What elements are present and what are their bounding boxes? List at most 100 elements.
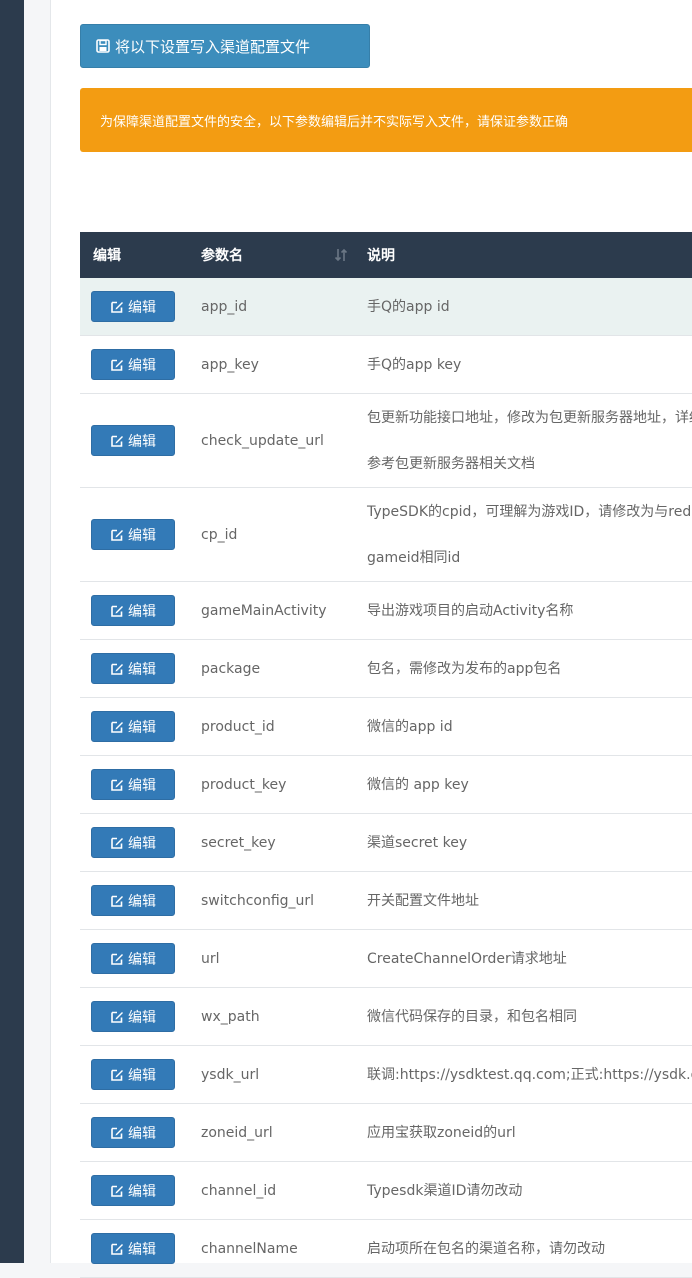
- cell-param-name: wx_path: [185, 987, 357, 1046]
- edit-button-label: 编辑: [128, 433, 156, 450]
- cell-description: 启动项所在包名的渠道名称，请勿改动: [357, 1219, 692, 1278]
- table-row: 编辑 channel_id Typesdk渠道ID请勿改动: [80, 1161, 692, 1220]
- edit-button-label: 编辑: [128, 299, 156, 316]
- cell-param-name: url: [185, 929, 357, 988]
- cell-param-name: check_update_url: [185, 393, 357, 488]
- edit-button[interactable]: 编辑: [91, 349, 175, 380]
- table-row: 编辑 channelName 启动项所在包名的渠道名称，请勿改动: [80, 1219, 692, 1278]
- edit-button-label: 编辑: [128, 777, 156, 794]
- edit-icon: [110, 358, 124, 372]
- cell-param-name: switchconfig_url: [185, 871, 357, 930]
- edit-button[interactable]: 编辑: [91, 827, 175, 858]
- cell-param-name: cp_id: [185, 487, 357, 582]
- cell-description: 导出游戏项目的启动Activity名称: [357, 581, 692, 640]
- cell-edit: 编辑: [80, 987, 185, 1046]
- table-row: 编辑 ysdk_url 联调:https://ysdktest.qq.com;正式:…: [80, 1045, 692, 1104]
- cell-param-name: gameMainActivity: [185, 581, 357, 640]
- table-row: 编辑 url CreateChannelOrder请求地址: [80, 929, 692, 988]
- sidebar: [0, 0, 24, 1263]
- cell-edit: 编辑: [80, 1161, 185, 1220]
- cell-param-name: zoneid_url: [185, 1103, 357, 1162]
- edit-button[interactable]: 编辑: [91, 291, 175, 322]
- cell-param-name: app_id: [185, 278, 357, 336]
- cell-edit: 编辑: [80, 871, 185, 930]
- cell-description: TypeSDK的cpid，可理解为游戏ID，请修改为与redis的gameid相…: [357, 487, 692, 582]
- cell-description: 微信代码保存的目录，和包名相同: [357, 987, 692, 1046]
- cell-description: 手Q的app key: [357, 335, 692, 394]
- edit-button[interactable]: 编辑: [91, 1001, 175, 1032]
- cell-description: 渠道secret key: [357, 813, 692, 872]
- edit-icon: [110, 720, 124, 734]
- edit-button[interactable]: 编辑: [91, 425, 175, 456]
- edit-button-label: 编辑: [128, 1067, 156, 1084]
- cell-description: 手Q的app id: [357, 278, 692, 336]
- edit-icon: [110, 1068, 124, 1082]
- cell-param-name: package: [185, 639, 357, 698]
- table-row: 编辑 check_update_url 包更新功能接口地址，修改为包更新服务器地址，…: [80, 393, 692, 488]
- table-row: 编辑 app_id 手Q的app id: [80, 278, 692, 336]
- cell-edit: 编辑: [80, 1219, 185, 1278]
- edit-button-label: 编辑: [128, 357, 156, 374]
- cell-description: 联调:https://ysdktest.qq.com;正式:https://ys…: [357, 1045, 692, 1104]
- table-row: 编辑 gameMainActivity 导出游戏项目的启动Activity名称: [80, 581, 692, 640]
- edit-button[interactable]: 编辑: [91, 943, 175, 974]
- table-row: 编辑 switchconfig_url 开关配置文件地址: [80, 871, 692, 930]
- edit-button-label: 编辑: [128, 1009, 156, 1026]
- cell-param-name: secret_key: [185, 813, 357, 872]
- cell-edit: 编辑: [80, 335, 185, 394]
- params-table: 编辑 参数名 说明 编辑 app_id 手Q的app id 编辑 app_key 手Q的a…: [80, 232, 692, 1278]
- edit-button-label: 编辑: [128, 661, 156, 678]
- cell-edit: 编辑: [80, 639, 185, 698]
- table-row: 编辑 zoneid_url 应用宝获取zoneid的url: [80, 1103, 692, 1162]
- edit-button[interactable]: 编辑: [91, 711, 175, 742]
- cell-edit: 编辑: [80, 1045, 185, 1104]
- cell-edit: 编辑: [80, 1103, 185, 1162]
- table-row: 编辑 secret_key 渠道secret key: [80, 813, 692, 872]
- cell-description: 微信的 app key: [357, 755, 692, 814]
- cell-edit: 编辑: [80, 393, 185, 488]
- cell-edit: 编辑: [80, 755, 185, 814]
- edit-icon: [110, 1010, 124, 1024]
- edit-button-label: 编辑: [128, 951, 156, 968]
- edit-icon: [110, 434, 124, 448]
- table-row: 编辑 app_key 手Q的app key: [80, 335, 692, 394]
- cell-description: 开关配置文件地址: [357, 871, 692, 930]
- edit-button[interactable]: 编辑: [91, 885, 175, 916]
- cell-param-name: product_id: [185, 697, 357, 756]
- edit-button[interactable]: 编辑: [91, 519, 175, 550]
- cell-param-name: channelName: [185, 1219, 357, 1278]
- edit-button-label: 编辑: [128, 835, 156, 852]
- edit-icon: [110, 1126, 124, 1140]
- cell-edit: 编辑: [80, 813, 185, 872]
- edit-icon: [110, 836, 124, 850]
- edit-button-label: 编辑: [128, 1183, 156, 1200]
- cell-edit: 编辑: [80, 581, 185, 640]
- edit-button[interactable]: 编辑: [91, 1233, 175, 1264]
- edit-icon: [110, 1242, 124, 1256]
- save-icon: [96, 39, 110, 53]
- edit-button[interactable]: 编辑: [91, 769, 175, 800]
- header-desc: 说明: [357, 232, 692, 278]
- write-config-button[interactable]: 将以下设置写入渠道配置文件: [80, 24, 370, 68]
- edit-button-label: 编辑: [128, 1125, 156, 1142]
- edit-button[interactable]: 编辑: [91, 595, 175, 626]
- table-row: 编辑 wx_path 微信代码保存的目录，和包名相同: [80, 987, 692, 1046]
- cell-description: Typesdk渠道ID请勿改动: [357, 1161, 692, 1220]
- edit-button-label: 编辑: [128, 1241, 156, 1258]
- edit-button[interactable]: 编辑: [91, 1117, 175, 1148]
- header-edit: 编辑: [80, 232, 185, 278]
- edit-button-label: 编辑: [128, 893, 156, 910]
- cell-edit: 编辑: [80, 929, 185, 988]
- header-param-label: 参数名: [201, 248, 243, 264]
- sort-icon[interactable]: [333, 247, 349, 263]
- edit-button[interactable]: 编辑: [91, 653, 175, 684]
- cell-description: 包更新功能接口地址，修改为包更新服务器地址，详细请参考包更新服务器相关文档: [357, 393, 692, 488]
- edit-button[interactable]: 编辑: [91, 1175, 175, 1206]
- edit-button[interactable]: 编辑: [91, 1059, 175, 1090]
- table-row: 编辑 product_key 微信的 app key: [80, 755, 692, 814]
- cell-description: 包名，需修改为发布的app包名: [357, 639, 692, 698]
- cell-param-name: product_key: [185, 755, 357, 814]
- header-param[interactable]: 参数名: [185, 232, 357, 278]
- warning-alert: 为保障渠道配置文件的安全，以下参数编辑后并不实际写入文件，请保证参数正确: [80, 88, 692, 152]
- cell-param-name: ysdk_url: [185, 1045, 357, 1104]
